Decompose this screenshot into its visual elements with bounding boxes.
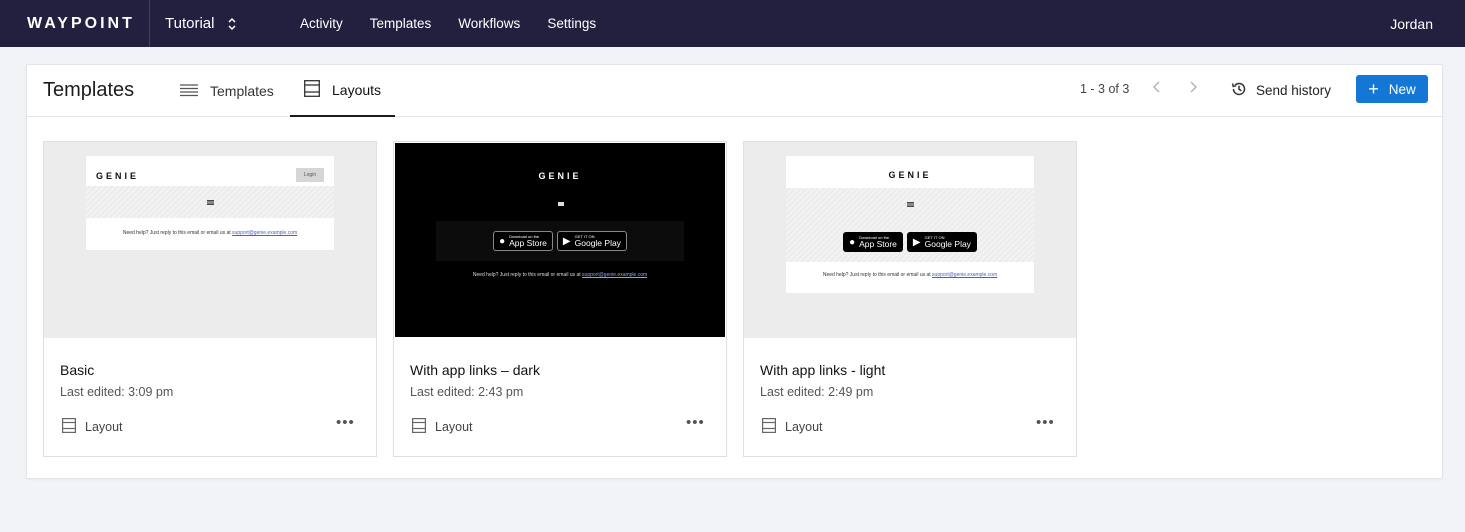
preview-footer-link: support@genie.example.com	[232, 230, 298, 236]
card-last-edited: Last edited: 2:49 pm	[760, 385, 874, 399]
chevron-right-icon	[1190, 81, 1198, 93]
card-type-label: Layout	[785, 420, 823, 434]
more-options-icon[interactable]: •••	[1036, 414, 1055, 431]
play-big: Google Play	[574, 238, 621, 248]
nav-activity[interactable]: Activity	[300, 16, 343, 31]
tab-layouts[interactable]: Layouts	[290, 65, 396, 117]
preview-image-placeholder	[558, 202, 564, 206]
card-type-label: Layout	[435, 420, 473, 434]
app-store-badge: ● Download on the App Store	[843, 232, 903, 252]
app-store-badge: ● Download on the App Store	[493, 231, 553, 251]
preview-logo: GENIE	[888, 170, 932, 180]
preview-footer: Need help? Just reply to this email or e…	[86, 230, 334, 236]
preview-app-links: ● Download on the App Store ▶ GET IT ON Go…	[786, 222, 1034, 262]
preview-band	[86, 186, 334, 218]
plus-icon: +	[1368, 79, 1379, 99]
user-menu[interactable]: Jordan	[1390, 16, 1433, 32]
preview-footer-text: Need help? Just reply to this email or e…	[822, 272, 933, 278]
layout-icon	[62, 418, 77, 436]
chevron-up-down-icon	[228, 17, 236, 31]
preview-band	[786, 188, 1034, 222]
layout-icon	[304, 80, 320, 100]
send-history-button[interactable]: Send history	[1231, 81, 1331, 100]
apple-icon: ●	[849, 236, 856, 248]
preview-image-placeholder	[906, 202, 914, 207]
next-page-button[interactable]	[1189, 80, 1198, 97]
tab-templates[interactable]: Templates	[180, 65, 274, 117]
layout-card-app-links-light[interactable]: GENIE ● Download on the App Store ▶ GET I…	[743, 141, 1077, 457]
layout-card-app-links-dark[interactable]: GENIE ● Download on the App Store ▶ GET I…	[393, 141, 727, 457]
card-last-edited: Last edited: 2:43 pm	[410, 385, 524, 399]
layout-card-basic[interactable]: GENIE Login Need help? Just reply to thi…	[43, 141, 377, 457]
apple-icon: ●	[499, 235, 506, 247]
project-name: Tutorial	[165, 15, 215, 32]
card-title: With app links – dark	[410, 362, 540, 378]
google-play-badge: ▶ GET IT ON Google Play	[906, 232, 977, 252]
card-last-edited: Last edited: 3:09 pm	[60, 385, 174, 399]
brand-logo[interactable]: WAYPOINT	[0, 0, 150, 47]
play-big: Google Play	[924, 239, 971, 249]
card-title: With app links - light	[760, 362, 886, 378]
previous-page-button[interactable]	[1152, 80, 1161, 97]
layout-preview: GENIE ● Download on the App Store ▶ GET I…	[744, 142, 1076, 338]
preview-footer: Need help? Just reply to this email or e…	[786, 272, 1034, 278]
page-title: Templates	[43, 79, 135, 101]
app-store-big: App Store	[859, 239, 897, 249]
card-type: Layout	[762, 418, 823, 436]
card-type: Layout	[62, 418, 123, 436]
layout-icon	[762, 418, 777, 436]
layout-icon	[412, 418, 427, 436]
tab-templates-label: Templates	[210, 83, 274, 99]
templates-panel: Templates Templates Layouts 1 - 3 of 3 S…	[26, 64, 1443, 479]
card-type-label: Layout	[85, 420, 123, 434]
pagination-count: 1 - 3 of 3	[1080, 82, 1130, 96]
preview-image-placeholder	[206, 200, 214, 205]
preview-footer: Need help? Just reply to this email or e…	[395, 272, 725, 278]
google-play-badge: ▶ GET IT ON Google Play	[556, 231, 627, 251]
nav-templates[interactable]: Templates	[370, 16, 432, 31]
chevron-left-icon	[1152, 81, 1160, 93]
play-icon: ▶	[562, 235, 571, 247]
main-nav: Activity Templates Workflows Settings	[300, 16, 623, 31]
card-title: Basic	[60, 362, 95, 378]
preview-footer-text: Need help? Just reply to this email or e…	[122, 230, 233, 236]
new-button[interactable]: + New	[1356, 75, 1428, 103]
top-navigation-bar: WAYPOINT Tutorial Activity Templates Wor…	[0, 0, 1465, 47]
send-history-label: Send history	[1256, 83, 1332, 98]
more-options-icon[interactable]: •••	[336, 414, 355, 431]
preview-footer-link: support@genie.example.com	[582, 272, 648, 278]
preview-footer-text: Need help? Just reply to this email or e…	[472, 272, 583, 278]
list-icon	[180, 83, 198, 100]
layout-preview: GENIE Login Need help? Just reply to thi…	[44, 142, 376, 338]
tab-layouts-label: Layouts	[332, 82, 382, 98]
email-preview: GENIE ● Download on the App Store ▶ GET I…	[786, 156, 1034, 293]
project-switcher[interactable]: Tutorial	[150, 0, 270, 47]
preview-app-links: ● Download on the App Store ▶ GET IT ON Go…	[436, 221, 684, 261]
preview-login-chip: Login	[296, 168, 324, 182]
nav-workflows[interactable]: Workflows	[458, 16, 520, 31]
layout-preview: GENIE ● Download on the App Store ▶ GET I…	[395, 143, 725, 337]
play-icon: ▶	[912, 236, 921, 248]
nav-settings[interactable]: Settings	[547, 16, 596, 31]
more-options-icon[interactable]: •••	[686, 414, 705, 431]
app-store-big: App Store	[509, 238, 547, 248]
history-icon	[1231, 81, 1247, 100]
new-button-label: New	[1388, 81, 1416, 97]
preview-footer-link: support@genie.example.com	[932, 272, 998, 278]
preview-logo: GENIE	[96, 171, 140, 181]
panel-header: Templates Templates Layouts 1 - 3 of 3 S…	[27, 65, 1442, 117]
preview-logo: GENIE	[538, 171, 582, 181]
email-preview: GENIE Login Need help? Just reply to thi…	[86, 156, 334, 250]
card-type: Layout	[412, 418, 473, 436]
